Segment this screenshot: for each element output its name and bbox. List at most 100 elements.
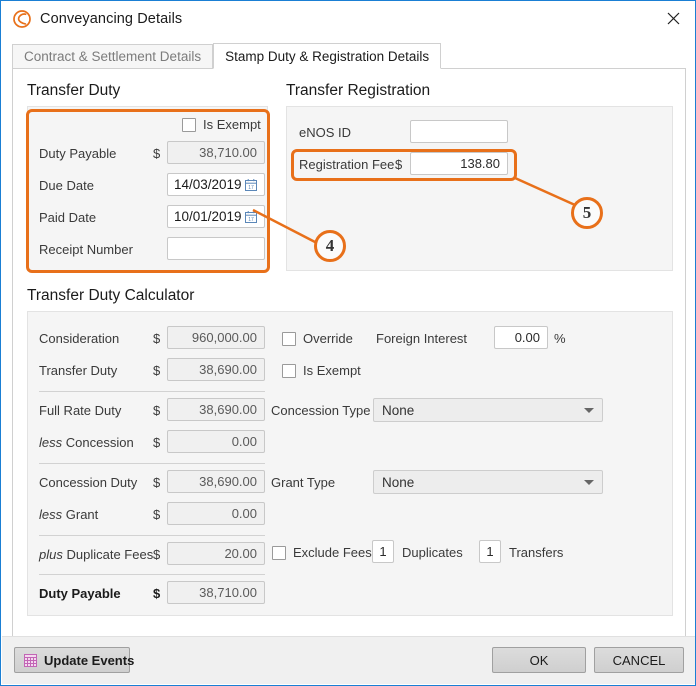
paid-date-value: 10/01/2019 <box>174 209 242 224</box>
concession-type-select[interactable]: None <box>373 398 603 422</box>
transfers-field[interactable]: 1 <box>479 540 501 563</box>
receipt-number-field[interactable] <box>167 237 265 260</box>
duty-payable-field: 38,710.00 <box>167 141 265 164</box>
svg-text:17: 17 <box>248 185 254 191</box>
checkbox-box <box>182 117 196 132</box>
calendar-icon[interactable]: 17 <box>244 178 258 192</box>
plus-prefix: plus <box>39 547 63 562</box>
transfer-duty-calc-currency: $ <box>153 363 161 378</box>
calc-duty-payable-label: Duty Payable <box>39 586 121 601</box>
duty-payable-currency: $ <box>153 146 161 161</box>
transfer-duty-calc-label: Transfer Duty <box>39 363 118 378</box>
concession-duty-field: 38,690.00 <box>167 470 265 493</box>
concession-duty-currency: $ <box>153 475 161 490</box>
grant-type-value: None <box>382 474 415 490</box>
consideration-label: Consideration <box>39 331 120 346</box>
concession-word: Concession <box>65 435 134 450</box>
divider <box>39 574 265 575</box>
less-concession-label: less Concession <box>39 435 134 451</box>
update-events-label: Update Events <box>44 652 135 668</box>
divider <box>39 463 265 464</box>
tab-stamp-duty-registration-details[interactable]: Stamp Duty & Registration Details <box>213 43 442 69</box>
duty-payable-label: Duty Payable <box>39 146 117 161</box>
less-prefix: less <box>39 435 63 450</box>
calc-duty-payable-currency: $ <box>153 586 161 601</box>
grant-type-select[interactable]: None <box>373 470 603 494</box>
transfer-registration-heading: Transfer Registration <box>286 82 431 99</box>
divider <box>39 391 265 392</box>
checkbox-label: Override <box>303 331 353 346</box>
consideration-field: 960,000.00 <box>167 326 265 349</box>
tab-label: Contract & Settlement Details <box>24 49 202 64</box>
calc-is-exempt-checkbox[interactable]: Is Exempt <box>282 363 361 378</box>
footer-bar: Update Events OK CANCEL <box>2 636 695 684</box>
svg-text:17: 17 <box>248 217 254 223</box>
foreign-interest-field[interactable]: 0.00 <box>494 326 548 349</box>
tab-label: Stamp Duty & Registration Details <box>225 48 430 64</box>
transfer-duty-calculator-heading: Transfer Duty Calculator <box>27 287 195 304</box>
checkbox-label: Is Exempt <box>303 363 361 378</box>
paid-date-field[interactable]: 10/01/2019 17 <box>167 205 265 228</box>
enos-id-label: eNOS ID <box>299 125 352 140</box>
cancel-label: CANCEL <box>612 652 666 668</box>
concession-duty-label: Concession Duty <box>39 475 138 490</box>
concession-type-label: Concession Type <box>271 403 371 418</box>
title-bar: Conveyancing Details <box>2 2 695 35</box>
ok-label: OK <box>529 652 549 668</box>
less-concession-currency: $ <box>153 435 161 450</box>
override-checkbox[interactable]: Override <box>282 331 353 346</box>
full-rate-duty-field: 38,690.00 <box>167 398 265 421</box>
chevron-down-icon <box>584 479 594 485</box>
chevron-down-icon <box>584 407 594 413</box>
due-date-field[interactable]: 14/03/2019 17 <box>167 173 265 196</box>
registration-fee-currency: $ <box>395 157 403 172</box>
tab-contract-settlement-details[interactable]: Contract & Settlement Details <box>12 44 214 69</box>
calendar-grid-icon <box>24 653 37 667</box>
registration-fee-label: Registration Fee <box>299 157 395 172</box>
update-events-button[interactable]: Update Events <box>14 647 134 673</box>
registration-fee-field[interactable]: 138.80 <box>410 152 508 175</box>
concession-type-value: None <box>382 402 415 418</box>
transfer-duty-calc-field: 38,690.00 <box>167 358 265 381</box>
close-icon[interactable] <box>651 2 695 35</box>
callout-number: 5 <box>582 203 592 222</box>
full-rate-duty-label: Full Rate Duty <box>39 403 122 418</box>
ok-button[interactable]: OK <box>492 647 586 673</box>
receipt-number-label: Receipt Number <box>39 242 133 257</box>
less-prefix: less <box>39 507 63 522</box>
less-grant-label: less Grant <box>39 507 98 523</box>
plus-duplicate-fees-currency: $ <box>153 547 161 562</box>
less-concession-field: 0.00 <box>167 430 265 453</box>
enos-id-field[interactable] <box>410 120 508 143</box>
callout-marker-5: 5 <box>571 197 603 229</box>
less-grant-field: 0.00 <box>167 502 265 525</box>
foreign-interest-label: Foreign Interest <box>376 331 468 346</box>
percent-symbol: % <box>554 331 566 346</box>
exclude-fees-checkbox[interactable]: Exclude Fees <box>272 545 372 560</box>
transfer-duty-heading: Transfer Duty <box>27 82 121 99</box>
checkbox-box <box>282 331 296 346</box>
full-rate-duty-currency: $ <box>153 403 161 418</box>
consideration-currency: $ <box>153 331 161 346</box>
tab-strip: Contract & Settlement Details Stamp Duty… <box>12 43 686 69</box>
checkbox-box <box>282 363 296 378</box>
duplicate-fees-word: Duplicate Fees <box>66 547 154 562</box>
window-title: Conveyancing Details <box>40 10 183 27</box>
tab-content-panel: Transfer Duty Is Exempt Duty Payable $ 3… <box>12 68 686 637</box>
calendar-icon[interactable]: 17 <box>244 210 258 224</box>
callout-marker-4: 4 <box>314 230 346 262</box>
transfers-label: Transfers <box>509 545 564 560</box>
grant-type-label: Grant Type <box>271 475 336 490</box>
duplicates-label: Duplicates <box>402 545 463 560</box>
grant-word: Grant <box>65 507 99 522</box>
due-date-value: 14/03/2019 <box>174 177 242 192</box>
checkbox-label: Is Exempt <box>203 117 261 132</box>
checkbox-box <box>272 545 286 560</box>
less-grant-currency: $ <box>153 507 161 522</box>
callout-number: 4 <box>325 236 335 255</box>
cancel-button[interactable]: CANCEL <box>594 647 684 673</box>
transfer-duty-is-exempt-checkbox[interactable]: Is Exempt <box>182 117 261 132</box>
duplicates-field[interactable]: 1 <box>372 540 394 563</box>
conveyancing-logo-icon <box>12 9 32 29</box>
calc-duty-payable-field: 38,710.00 <box>167 581 265 604</box>
